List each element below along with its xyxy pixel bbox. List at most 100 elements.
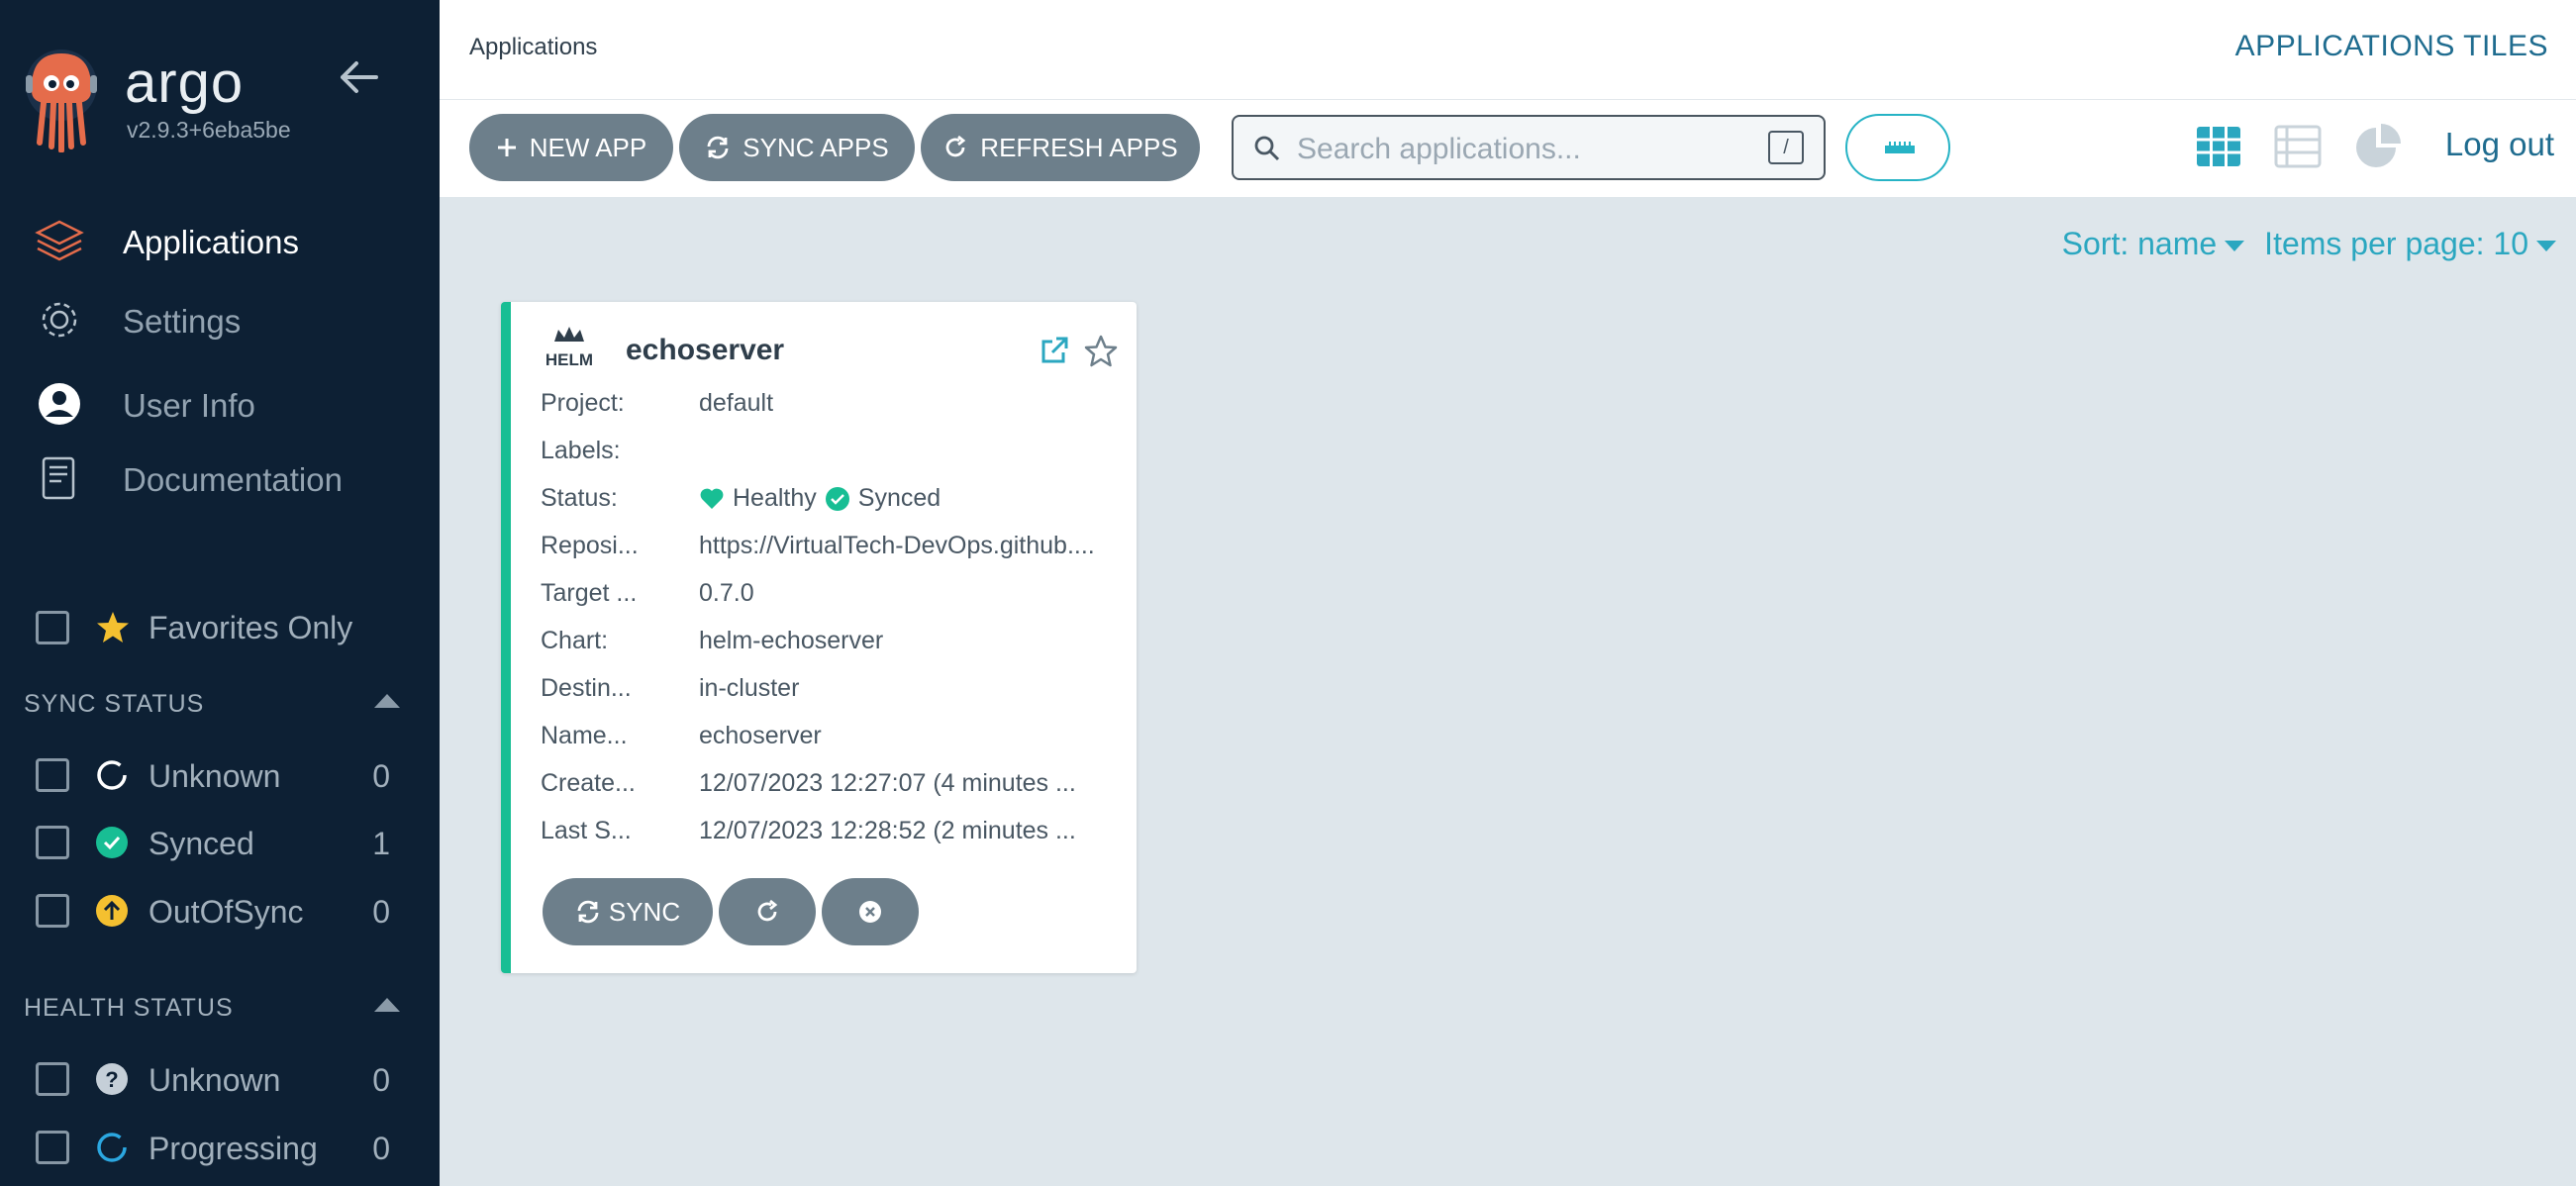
page-title: APPLICATIONS TILES: [2234, 30, 2548, 62]
search-shortcut-hint: /: [1768, 131, 1804, 164]
field-value: helm-echoserver: [699, 627, 884, 654]
nav-documentation-label: Documentation: [123, 461, 343, 498]
layers-icon: [34, 218, 85, 263]
sync-button[interactable]: SYNC: [543, 878, 713, 945]
external-link-icon[interactable]: [1040, 336, 1069, 365]
field-value: default: [699, 389, 774, 417]
arrow-up-circle-icon: [95, 894, 129, 928]
nav-settings-label: Settings: [123, 303, 242, 340]
favorites-checkbox[interactable]: [36, 611, 69, 644]
health-status: Healthy: [733, 484, 817, 512]
items-per-page-label: Items per page: 10: [2264, 226, 2528, 261]
nav-user-info[interactable]: User Info: [0, 373, 440, 433]
field-key: Target ...: [541, 579, 638, 607]
health-unknown-checkbox[interactable]: [36, 1062, 69, 1096]
nav-applications[interactable]: Applications: [0, 210, 440, 269]
sync-outofsync-label: OutOfSync: [149, 894, 304, 930]
health-progressing-checkbox[interactable]: [36, 1131, 69, 1164]
field-repository: Reposi... https://VirtualTech-DevOps.git…: [541, 532, 1135, 571]
refresh-button[interactable]: [719, 878, 816, 945]
svg-text:?: ?: [105, 1067, 118, 1092]
sync-outofsync-checkbox[interactable]: [36, 894, 69, 928]
circle-notch-blue-icon: [95, 1131, 129, 1164]
pie-chart-icon[interactable]: [2352, 122, 2402, 171]
health-filter-progressing[interactable]: Progressing 0: [0, 1119, 440, 1176]
docs-icon: [34, 455, 85, 501]
delete-button[interactable]: [822, 878, 919, 945]
tiles-view-icon[interactable]: [2194, 122, 2243, 171]
field-namespace: Name... echoserver: [541, 722, 1135, 761]
field-status: Status: Healthy Synced: [541, 484, 1135, 524]
argo-logo-icon: [22, 48, 101, 153]
check-circle-icon: [95, 826, 129, 859]
health-filter-unknown[interactable]: ? Unknown 0: [0, 1050, 440, 1108]
sync-unknown-label: Unknown: [149, 758, 281, 794]
sync-status-title: SYNC STATUS: [24, 690, 205, 718]
refresh-apps-label: REFRESH APPS: [980, 132, 1178, 162]
svg-text:HELM: HELM: [545, 350, 593, 369]
star-icon: [95, 610, 131, 645]
app-tile[interactable]: HELM echoserver Project: default Labels:…: [501, 302, 1137, 973]
heart-icon: [699, 487, 725, 511]
sync-filter-unknown[interactable]: Unknown 0: [0, 746, 440, 804]
gear-icon: [34, 297, 85, 343]
toolbar: NEW APP SYNC APPS REFRESH APPS /: [440, 100, 2576, 197]
health-status-collapse-icon[interactable]: [374, 998, 400, 1012]
sync-filter-synced[interactable]: Synced 1: [0, 814, 440, 871]
field-destination: Destin... in-cluster: [541, 674, 1135, 714]
sync-unknown-checkbox[interactable]: [36, 758, 69, 792]
sync-outofsync-count: 0: [372, 894, 390, 930]
app-name: echoserver: [626, 334, 785, 366]
breadcrumb[interactable]: Applications: [469, 34, 597, 61]
logout-link[interactable]: Log out: [2445, 126, 2554, 163]
health-progressing-label: Progressing: [149, 1131, 318, 1166]
filter-toggle-button[interactable]: [1845, 114, 1950, 181]
search-box[interactable]: /: [1232, 115, 1826, 180]
collapse-sidebar-button[interactable]: [337, 57, 380, 97]
field-project: Project: default: [541, 389, 1135, 429]
field-value: in-cluster: [699, 674, 800, 702]
close-circle-icon: [857, 899, 883, 925]
field-value: 12/07/2023 12:28:52 (2 minutes ...: [699, 817, 1076, 844]
nav-settings[interactable]: Settings: [0, 289, 440, 348]
sync-icon: [575, 899, 601, 925]
sort-label: Sort: name: [2061, 226, 2218, 261]
sync-synced-checkbox[interactable]: [36, 826, 69, 859]
refresh-apps-button[interactable]: REFRESH APPS: [921, 114, 1200, 181]
new-app-button[interactable]: NEW APP: [469, 114, 673, 181]
sync-button-label: SYNC: [608, 896, 681, 927]
sort-dropdown[interactable]: Sort: name: [2062, 226, 2245, 262]
items-per-page-dropdown[interactable]: Items per page: 10: [2264, 226, 2556, 262]
field-key: Name...: [541, 722, 628, 749]
field-key: Create...: [541, 769, 636, 797]
sort-bar: Sort: name Items per page: 10: [2062, 226, 2556, 262]
plus-icon: [496, 137, 518, 158]
field-key: Labels:: [541, 437, 621, 464]
sync-filter-outofsync[interactable]: OutOfSync 0: [0, 882, 440, 939]
field-key: Last S...: [541, 817, 632, 844]
field-labels: Labels:: [541, 437, 1135, 476]
status-values: Healthy Synced: [699, 484, 1115, 513]
sync-apps-button[interactable]: SYNC APPS: [679, 114, 915, 181]
top-bar: Applications APPLICATIONS TILES: [440, 0, 2576, 100]
field-key: Project:: [541, 389, 625, 417]
check-circle-icon: [825, 486, 850, 512]
sync-status-collapse-icon[interactable]: [374, 694, 400, 708]
field-key: Reposi...: [541, 532, 639, 559]
nav-applications-label: Applications: [123, 224, 299, 260]
sync-status: Synced: [857, 484, 941, 512]
helm-icon: HELM: [543, 324, 596, 373]
field-chart: Chart: helm-echoserver: [541, 627, 1135, 666]
nav-documentation[interactable]: Documentation: [0, 447, 440, 507]
star-icon[interactable]: [1083, 334, 1119, 369]
field-key: Chart:: [541, 627, 609, 654]
health-unknown-label: Unknown: [149, 1062, 281, 1098]
health-progressing-count: 0: [372, 1131, 390, 1166]
caret-down-icon: [2225, 241, 2245, 252]
filter-icon: [1885, 142, 1915, 153]
favorites-label: Favorites Only: [149, 610, 353, 645]
field-target-revision: Target ... 0.7.0: [541, 579, 1135, 619]
circle-notch-icon: [95, 758, 129, 792]
search-input[interactable]: [1295, 127, 1734, 172]
list-view-icon[interactable]: [2273, 122, 2323, 171]
